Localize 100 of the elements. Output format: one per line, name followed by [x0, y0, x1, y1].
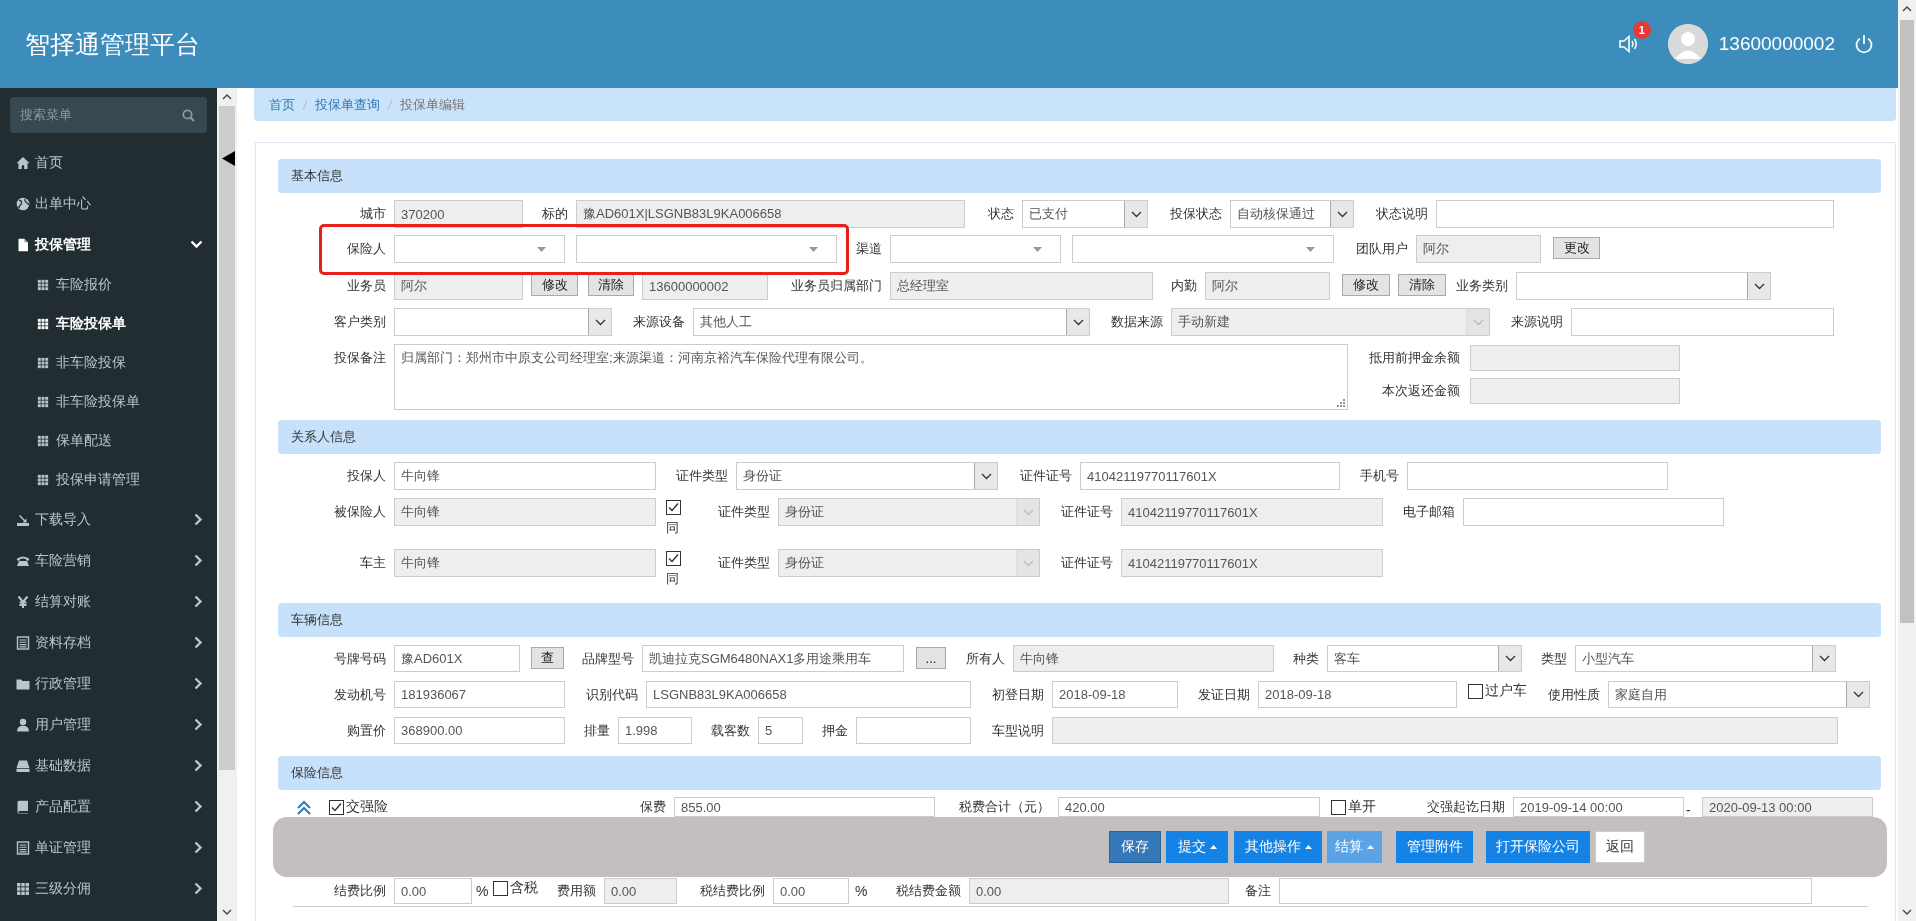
- breadcrumb-link[interactable]: 投保单查询: [315, 95, 380, 114]
- submenu-item[interactable]: 投保申请管理: [0, 460, 217, 499]
- submenu-item[interactable]: 车险投保单: [0, 304, 217, 343]
- action-button[interactable]: 其他操作: [1234, 831, 1322, 863]
- menu-item[interactable]: 用户管理: [0, 704, 217, 745]
- form-button[interactable]: 修改: [531, 274, 578, 296]
- action-button[interactable]: 返回: [1595, 831, 1645, 863]
- field-label: 备注: [1245, 882, 1271, 900]
- scrollbar-thumb[interactable]: [1900, 20, 1914, 623]
- menu-item[interactable]: 行政管理: [0, 663, 217, 704]
- collapse-icon[interactable]: [222, 151, 235, 166]
- chevron-down-icon: [980, 472, 992, 480]
- scroll-up-icon[interactable]: [1902, 4, 1912, 14]
- text-field[interactable]: 1.998: [618, 717, 692, 744]
- menu-item[interactable]: 出单中心: [0, 183, 217, 224]
- text-field[interactable]: 0.00: [773, 878, 849, 904]
- field-label: 证件证号: [1061, 554, 1113, 572]
- menu-item[interactable]: 资料存档: [0, 622, 217, 663]
- submenu-item[interactable]: 车险报价: [0, 265, 217, 304]
- dropdown[interactable]: 客车: [1327, 645, 1522, 672]
- menu-item[interactable]: 产品配置: [0, 786, 217, 827]
- checkbox[interactable]: [666, 551, 681, 566]
- dropdown[interactable]: 其他人工: [693, 308, 1090, 336]
- chevron-down-icon: [1753, 282, 1765, 290]
- action-button[interactable]: 打开保险公司: [1486, 831, 1590, 863]
- globe-icon: [16, 196, 30, 211]
- form-button[interactable]: 修改: [1342, 274, 1390, 296]
- dropdown[interactable]: 已支付: [1022, 200, 1148, 228]
- dropdown[interactable]: [1072, 235, 1334, 263]
- double-chevron-up-icon[interactable]: [296, 800, 312, 816]
- dropdown[interactable]: 家庭自用: [1608, 681, 1870, 708]
- checkbox[interactable]: [666, 500, 681, 515]
- scrollbar-thumb[interactable]: [219, 106, 235, 770]
- text-field[interactable]: [1407, 462, 1668, 490]
- action-button[interactable]: 管理附件: [1396, 831, 1473, 863]
- menu-item[interactable]: 三级分佣: [0, 868, 217, 909]
- text-field[interactable]: LSGNB83L9KA006658: [646, 681, 971, 708]
- scrollbar[interactable]: [1898, 0, 1916, 921]
- scroll-down-icon[interactable]: [1902, 907, 1912, 917]
- text-field[interactable]: 2018-09-18: [1052, 681, 1178, 708]
- form-button[interactable]: ...: [916, 647, 946, 669]
- scrollbar[interactable]: [217, 88, 237, 921]
- text-field[interactable]: [1463, 498, 1724, 526]
- section-header: 车辆信息: [278, 603, 1881, 637]
- dropdown[interactable]: 小型汽车: [1575, 645, 1836, 672]
- menu-item[interactable]: 车险营销: [0, 540, 217, 581]
- checkbox[interactable]: [329, 799, 344, 815]
- checkbox[interactable]: [493, 880, 508, 896]
- remarks-field[interactable]: 归属部门：郑州市中原支公司经理室;来源渠道：河南京裕汽车保险代理有限公司。: [394, 344, 1348, 410]
- dropdown[interactable]: [1516, 272, 1771, 300]
- text-field[interactable]: 181936067: [394, 681, 565, 708]
- dropdown[interactable]: 身份证: [736, 462, 998, 490]
- menu-item[interactable]: 首页: [0, 142, 217, 183]
- submenu-item[interactable]: 非车险投保: [0, 343, 217, 382]
- form-button[interactable]: 更改: [1553, 237, 1600, 259]
- action-button[interactable]: 提交: [1166, 831, 1228, 863]
- dropdown[interactable]: [890, 235, 1061, 263]
- action-button[interactable]: 保存: [1109, 831, 1161, 863]
- user-name[interactable]: 13600000002: [1718, 33, 1835, 55]
- menu-item[interactable]: 投保管理: [0, 224, 217, 265]
- scroll-down-icon[interactable]: [222, 907, 232, 917]
- form-button[interactable]: 查: [531, 647, 564, 669]
- text-field[interactable]: [1279, 878, 1812, 904]
- submenu-item[interactable]: 保单配送: [0, 421, 217, 460]
- unit-text: %: [855, 882, 867, 901]
- text-field[interactable]: [1436, 200, 1834, 228]
- text-field[interactable]: 420.00: [1058, 797, 1320, 817]
- checkbox[interactable]: [1331, 799, 1346, 815]
- field-label: 证件类型: [718, 503, 770, 521]
- text-field[interactable]: 368900.00: [394, 717, 565, 744]
- submenu-item[interactable]: 非车险投保单: [0, 382, 217, 421]
- text-field[interactable]: [856, 717, 971, 744]
- speaker-icon[interactable]: [1617, 33, 1640, 55]
- form-button[interactable]: 清除: [588, 274, 634, 296]
- text-field[interactable]: [1571, 308, 1834, 336]
- breadcrumb-link[interactable]: 首页: [269, 95, 295, 114]
- menu-item[interactable]: 下载导入: [0, 499, 217, 540]
- menu-item[interactable]: 基础数据: [0, 745, 217, 786]
- text-field[interactable]: 41042119770117601X: [1080, 462, 1340, 490]
- text-field[interactable]: 2019-09-14 00:00: [1513, 797, 1684, 817]
- scroll-up-icon[interactable]: [222, 92, 232, 102]
- menu-item[interactable]: 单证管理: [0, 827, 217, 868]
- text-field[interactable]: 855.00: [674, 797, 935, 817]
- power-icon[interactable]: [1855, 34, 1873, 54]
- text-field[interactable]: 2018-09-18: [1258, 681, 1457, 708]
- menu-item[interactable]: 结算对账: [0, 581, 217, 622]
- field-label: 费用额: [557, 882, 596, 900]
- text-field[interactable]: 牛向锋: [394, 462, 656, 490]
- avatar-icon[interactable]: [1667, 24, 1708, 64]
- dropdown[interactable]: [394, 235, 565, 263]
- text-field[interactable]: 0.00: [394, 878, 472, 904]
- dropdown[interactable]: [394, 308, 612, 336]
- form-button[interactable]: 清除: [1398, 274, 1446, 296]
- grid-icon: [37, 473, 49, 486]
- text-field[interactable]: 5: [758, 717, 803, 744]
- checkbox[interactable]: [1468, 683, 1483, 699]
- dropdown[interactable]: [576, 235, 837, 263]
- text-field[interactable]: 豫AD601X: [394, 645, 520, 672]
- dropdown[interactable]: 自动核保通过: [1230, 200, 1354, 228]
- text-field[interactable]: 凯迪拉克SGM6480NAX1多用途乘用车: [642, 645, 904, 672]
